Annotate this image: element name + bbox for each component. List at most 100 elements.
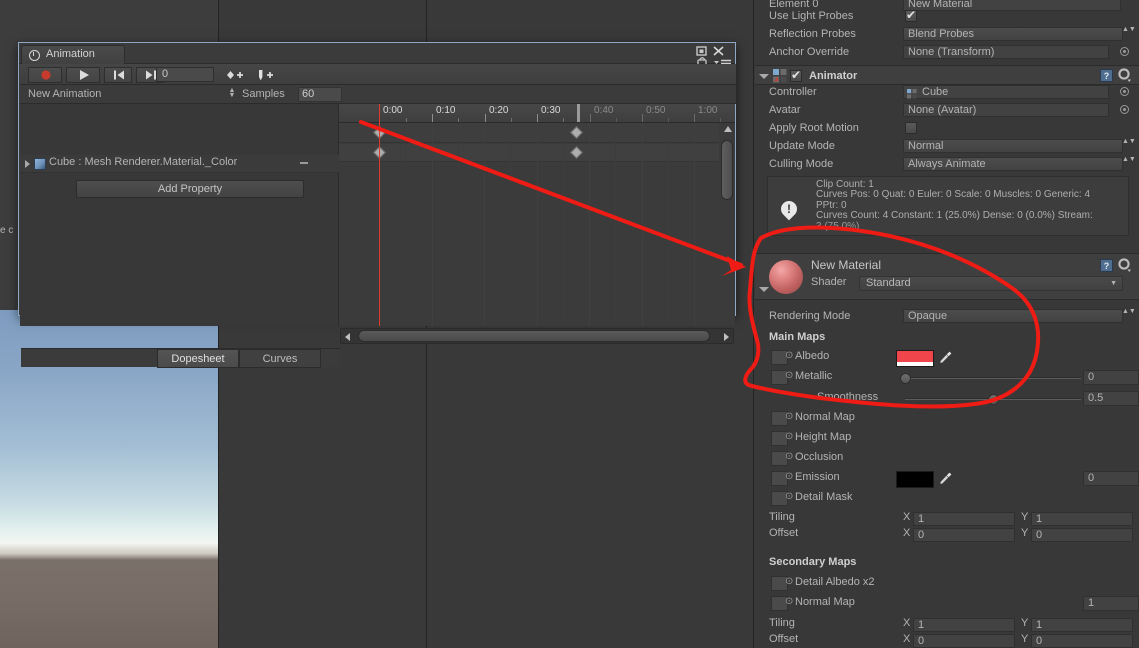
main-tiling-row[interactable]: Tiling X 1 Y 1 [755, 511, 1139, 527]
samples-input[interactable]: 60 [298, 87, 342, 102]
animation-clip-bar[interactable]: New Animation ▲ ▼ Samples 60 [20, 85, 736, 104]
add-event-button[interactable] [250, 67, 278, 83]
timeline-ruler[interactable]: 0:00 0:10 0:20 0:30 0:40 0:50 1:00 [339, 104, 735, 123]
anchor-override-row[interactable]: Anchor Override None (Transform) [755, 44, 1139, 60]
avatar-object-field[interactable]: None (Avatar) [903, 103, 1109, 117]
albedo-row[interactable]: Albedo [755, 350, 1139, 367]
controller-picker-icon[interactable] [1120, 87, 1129, 96]
anchor-override-picker-icon[interactable] [1120, 47, 1129, 56]
animator-enabled-checkbox[interactable] [790, 68, 802, 82]
detail-albedo-row[interactable]: Detail Albedo x2 [755, 576, 1139, 592]
update-mode-row[interactable]: Update Mode Normal ▲▼ [755, 138, 1139, 154]
secondary-normal-map-value-field[interactable]: 1 [1083, 596, 1139, 611]
normal-map-row[interactable]: Normal Map [755, 411, 1139, 427]
height-map-row[interactable]: Height Map [755, 431, 1139, 447]
keyframe-band-summary[interactable] [339, 123, 719, 143]
add-keyframe-button[interactable] [218, 67, 246, 83]
help-icon[interactable]: ? [1100, 69, 1113, 82]
dopesheet-horizontal-scrollbar[interactable] [340, 328, 734, 344]
scroll-up-arrow-icon[interactable] [724, 126, 732, 132]
avatar-picker-icon[interactable] [1120, 105, 1129, 114]
property-foldout-icon[interactable] [25, 160, 30, 168]
animation-window[interactable]: Animation 0 New Animation ▲ ▼ Samples 60… [18, 42, 736, 368]
controller-object-field[interactable]: Cube [903, 85, 1109, 99]
tab-dopesheet[interactable]: Dopesheet [157, 349, 239, 368]
reflection-probes-dropdown[interactable]: Blend Probes [903, 27, 1123, 41]
secondary-tiling-row[interactable]: Tiling X 1 Y 1 [755, 617, 1139, 633]
secondary-tiling-y-field[interactable]: 1 [1031, 618, 1133, 632]
apply-root-motion-row[interactable]: Apply Root Motion [755, 120, 1139, 136]
horizontal-scroll-thumb[interactable] [358, 330, 710, 342]
metallic-row[interactable]: Metallic 0 [755, 370, 1139, 386]
secondary-offset-x-field[interactable]: 0 [913, 634, 1015, 648]
apply-root-motion-checkbox[interactable] [905, 122, 917, 134]
scroll-right-arrow-icon[interactable] [724, 333, 729, 341]
culling-mode-row[interactable]: Culling Mode Always Animate ▲▼ [755, 156, 1139, 172]
animator-avatar-row[interactable]: Avatar None (Avatar) [755, 102, 1139, 118]
dopesheet-vertical-scrollbar[interactable] [721, 126, 733, 324]
metallic-slider-knob[interactable] [900, 373, 911, 384]
material-help-icon[interactable]: ? [1100, 259, 1113, 272]
rendering-mode-dropdown[interactable]: Opaque [903, 309, 1123, 323]
culling-mode-chevron-icon: ▲▼ [1122, 156, 1136, 163]
tab-curves[interactable]: Curves [239, 349, 321, 368]
metallic-value-field[interactable]: 0 [1083, 370, 1139, 385]
detail-mask-row[interactable]: Detail Mask [755, 491, 1139, 507]
main-offset-x-field[interactable]: 0 [913, 528, 1015, 542]
smoothness-slider-knob[interactable] [988, 394, 999, 405]
clip-selector-dropdown[interactable]: New Animation [24, 87, 242, 102]
animation-mode-tabs[interactable]: Dopesheet Curves [21, 348, 340, 368]
use-light-probes-row[interactable]: Use Light Probes [755, 8, 1139, 24]
albedo-label: Albedo [785, 350, 829, 362]
gear-icon[interactable] [1118, 68, 1132, 83]
reflection-probes-row[interactable]: Reflection Probes Blend Probes ▲▼ [755, 26, 1139, 42]
remove-property-icon[interactable] [300, 162, 308, 164]
update-mode-dropdown[interactable]: Normal [903, 139, 1123, 153]
main-tiling-y-field[interactable]: 1 [1031, 512, 1133, 526]
secondary-tiling-x-field[interactable]: 1 [913, 618, 1015, 632]
culling-mode-dropdown[interactable]: Always Animate [903, 157, 1123, 171]
property-row-cube-color[interactable]: Cube : Mesh Renderer.Material._Color [20, 155, 339, 173]
tab-animation[interactable]: Animation [21, 45, 125, 64]
animator-component-header[interactable]: Animator ? [755, 65, 1139, 85]
animation-toolbar[interactable]: 0 [20, 64, 736, 85]
record-button[interactable] [28, 67, 62, 83]
smoothness-row[interactable]: Smoothness 0.5 [755, 391, 1139, 407]
current-frame-input[interactable]: 0 [156, 67, 214, 82]
emission-eyedropper-icon[interactable] [939, 471, 953, 485]
metallic-slider-track[interactable] [905, 377, 1081, 379]
prev-keyframe-button[interactable] [104, 67, 132, 83]
play-button[interactable] [66, 67, 100, 83]
albedo-color-swatch[interactable] [896, 350, 934, 367]
animator-controller-row[interactable]: Controller Cube [755, 84, 1139, 100]
main-tiling-x-field[interactable]: 1 [913, 512, 1015, 526]
vertical-scroll-thumb[interactable] [721, 140, 733, 200]
scroll-left-arrow-icon[interactable] [345, 333, 350, 341]
emission-color-swatch[interactable] [896, 471, 934, 488]
smoothness-value-field[interactable]: 0.5 [1083, 391, 1139, 406]
material-gear-icon[interactable] [1118, 258, 1132, 273]
secondary-normal-map-row[interactable]: Normal Map 1 [755, 596, 1139, 612]
secondary-offset-row[interactable]: Offset X 0 Y 0 [755, 633, 1139, 648]
material-foldout-icon[interactable] [759, 287, 769, 292]
inspector-panel[interactable]: Element 0 New Material ▲▼ Use Light Prob… [755, 0, 1139, 648]
animator-foldout-icon[interactable] [759, 74, 769, 83]
rendering-mode-row[interactable]: Rendering Mode Opaque ▲▼ [755, 308, 1139, 324]
secondary-offset-y-field[interactable]: 0 [1031, 634, 1133, 648]
occlusion-row[interactable]: Occlusion [755, 451, 1139, 467]
albedo-eyedropper-icon[interactable] [939, 350, 953, 364]
anchor-override-object-field[interactable]: None (Transform) [903, 45, 1109, 59]
main-offset-row[interactable]: Offset X 0 Y 0 [755, 527, 1139, 543]
animation-property-list[interactable]: Cube : Mesh Renderer.Material._Color Add… [20, 104, 340, 368]
emission-value-field[interactable]: 0 [1083, 471, 1139, 486]
keyframe-band-property[interactable] [339, 144, 719, 162]
material-header[interactable]: New Material Shader Standard ▼ ? [755, 253, 1139, 300]
use-light-probes-checkbox[interactable] [905, 8, 917, 22]
main-offset-y-field[interactable]: 0 [1031, 528, 1133, 542]
timeline-playhead[interactable] [379, 104, 380, 326]
clip-end-marker[interactable] [577, 104, 580, 122]
emission-row[interactable]: Emission 0 [755, 471, 1139, 488]
add-property-button[interactable]: Add Property [76, 180, 304, 198]
shader-dropdown[interactable]: Standard [859, 276, 1123, 291]
animation-dopesheet[interactable]: 0:00 0:10 0:20 0:30 0:40 0:50 1:00 [339, 104, 735, 326]
